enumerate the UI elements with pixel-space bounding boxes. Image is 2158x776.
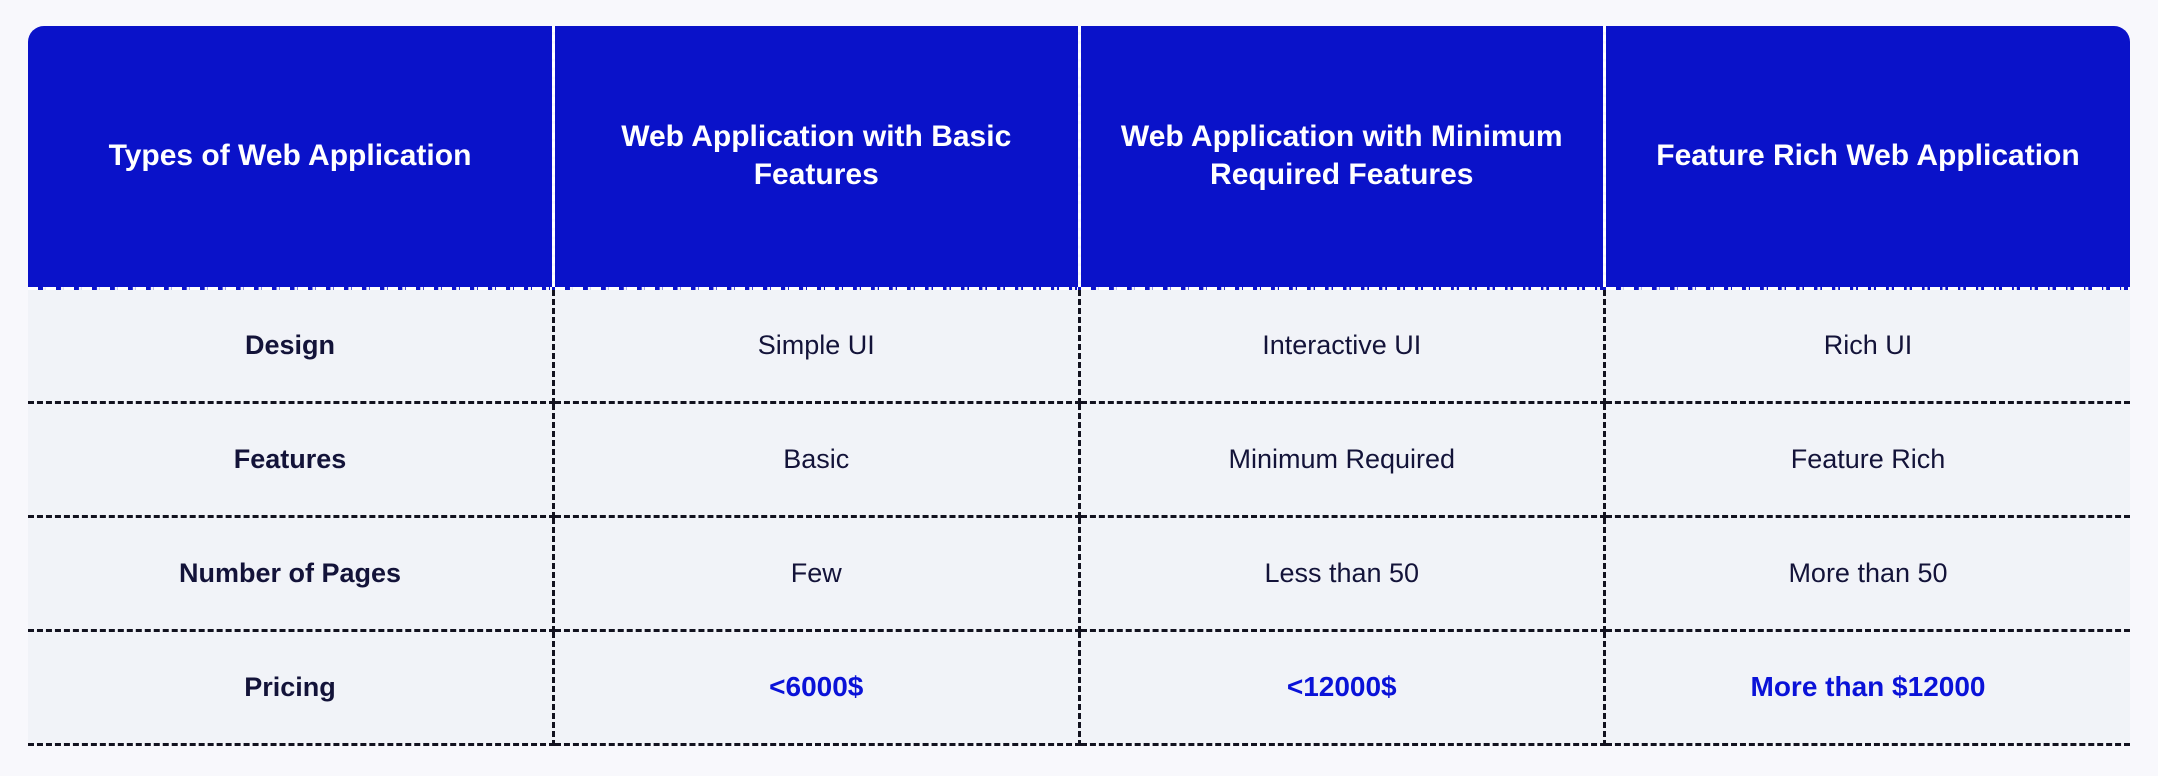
column-header-types-of-web-application: Types of Web Application	[28, 26, 555, 290]
cell-pricing-basic: <6000$	[553, 630, 1081, 746]
cell-pricing-feature-rich: More than $12000	[1604, 630, 2130, 746]
cell-design-minimum: Interactive UI	[1079, 288, 1606, 404]
column-header-web-application-with-minimum-required-features: Web Application with Minimum Required Fe…	[1079, 26, 1606, 290]
comparison-table-container: Types of Web Application Web Application…	[28, 26, 2130, 746]
cell-pages-minimum: Less than 50	[1079, 516, 1606, 632]
comparison-table: Types of Web Application Web Application…	[28, 26, 2130, 746]
cell-design-basic: Simple UI	[553, 288, 1081, 404]
table-row: Pricing <6000$ <12000$ More than $12000	[28, 630, 2130, 746]
cell-design-feature-rich: Rich UI	[1604, 288, 2130, 404]
cell-pages-basic: Few	[553, 516, 1081, 632]
row-label-features: Features	[28, 402, 555, 518]
row-label-number-of-pages: Number of Pages	[28, 516, 555, 632]
row-label-design: Design	[28, 288, 555, 404]
table-row: Design Simple UI Interactive UI Rich UI	[28, 288, 2130, 404]
column-header-label: Feature Rich Web Application	[1656, 139, 2080, 173]
column-header-web-application-with-basic-features: Web Application with Basic Features	[553, 26, 1081, 290]
cell-features-feature-rich: Feature Rich	[1604, 402, 2130, 518]
table-header: Types of Web Application Web Application…	[28, 26, 2130, 290]
header-row: Types of Web Application Web Application…	[28, 26, 2130, 290]
page-root: Types of Web Application Web Application…	[0, 0, 2158, 776]
table-row: Features Basic Minimum Required Feature …	[28, 402, 2130, 518]
cell-pages-feature-rich: More than 50	[1604, 516, 2130, 632]
column-header-feature-rich-web-application: Feature Rich Web Application	[1604, 26, 2130, 290]
column-header-label: Types of Web Application	[108, 139, 472, 173]
column-header-label: Web Application with Basic Features	[621, 119, 1012, 192]
table-row: Number of Pages Few Less than 50 More th…	[28, 516, 2130, 632]
column-header-label: Web Application with Minimum Required Fe…	[1120, 119, 1563, 192]
row-label-pricing: Pricing	[28, 630, 555, 746]
cell-features-basic: Basic	[553, 402, 1081, 518]
cell-pricing-minimum: <12000$	[1079, 630, 1606, 746]
table-body: Design Simple UI Interactive UI Rich UI …	[28, 288, 2130, 746]
cell-features-minimum: Minimum Required	[1079, 402, 1606, 518]
